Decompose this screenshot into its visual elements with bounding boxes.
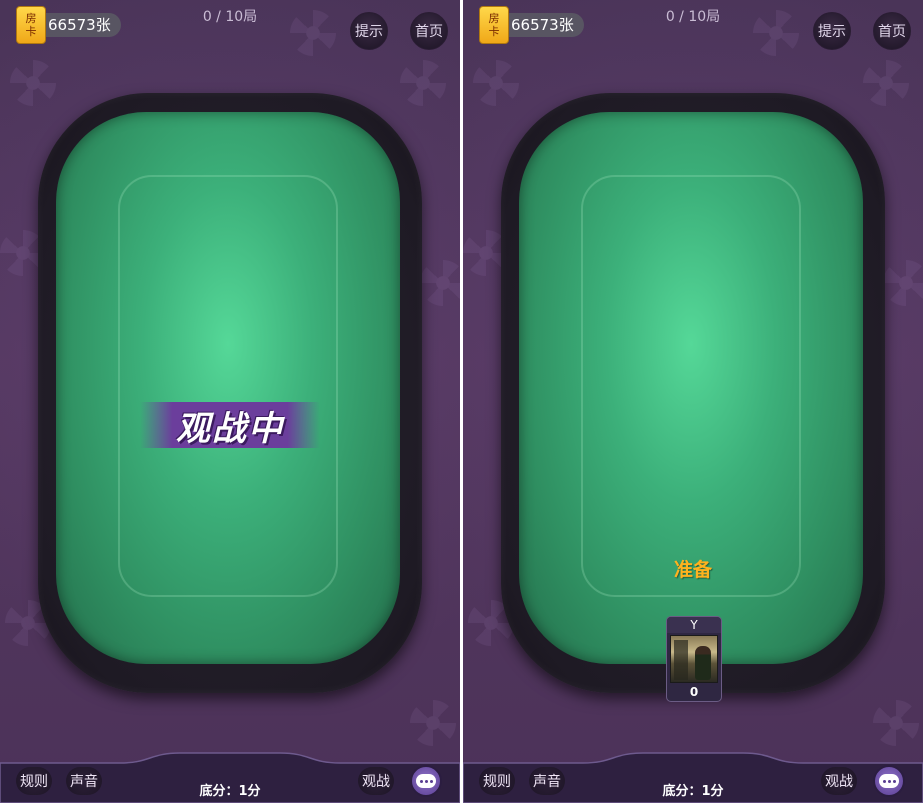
watch-button[interactable]: 观战 [358,767,394,795]
game-screen-spectating: 房 卡 66573张 0 / 10局 提示 首页 观战中 规则 声音 底分：1分… [0,0,460,803]
room-card-icon: 房 卡 [479,6,509,44]
watch-button[interactable]: 观战 [821,767,857,795]
table-inner-border [581,175,801,597]
chat-button[interactable] [410,765,442,797]
chat-button[interactable] [873,765,905,797]
home-button[interactable]: 首页 [410,12,448,50]
player-score: 0 [689,685,699,699]
round-counter: 0 / 10局 [665,9,721,25]
bottom-bar: 规则 声音 底分：1分 观战 [463,751,923,803]
chat-icon [879,774,899,788]
avatar [670,635,718,683]
home-button[interactable]: 首页 [873,12,911,50]
spectating-text: 观战中 [176,408,284,449]
room-card-icon-line2: 卡 [488,25,500,38]
spectating-banner: 观战中 [140,402,320,449]
hint-button[interactable]: 提示 [813,12,851,50]
hint-button[interactable]: 提示 [350,12,388,50]
room-card-icon-line1: 房 [488,12,500,25]
screenshot-stage: 房 卡 66573张 0 / 10局 提示 首页 观战中 规则 声音 底分：1分… [0,0,923,803]
ready-status: 准备 [673,559,712,581]
room-card-icon-line1: 房 [25,12,37,25]
table-inner-border [118,175,338,597]
game-screen-ready: 房 卡 66573张 0 / 10局 提示 首页 准备 Y 0 规则 声音 底分… [463,0,923,803]
player-seat[interactable]: Y 0 [666,616,722,702]
room-card-icon: 房 卡 [16,6,46,44]
player-name: Y [667,617,721,633]
bottom-bar: 规则 声音 底分：1分 观战 [0,751,460,803]
round-counter: 0 / 10局 [202,9,258,25]
room-card-icon-line2: 卡 [25,25,37,38]
chat-icon [416,774,436,788]
